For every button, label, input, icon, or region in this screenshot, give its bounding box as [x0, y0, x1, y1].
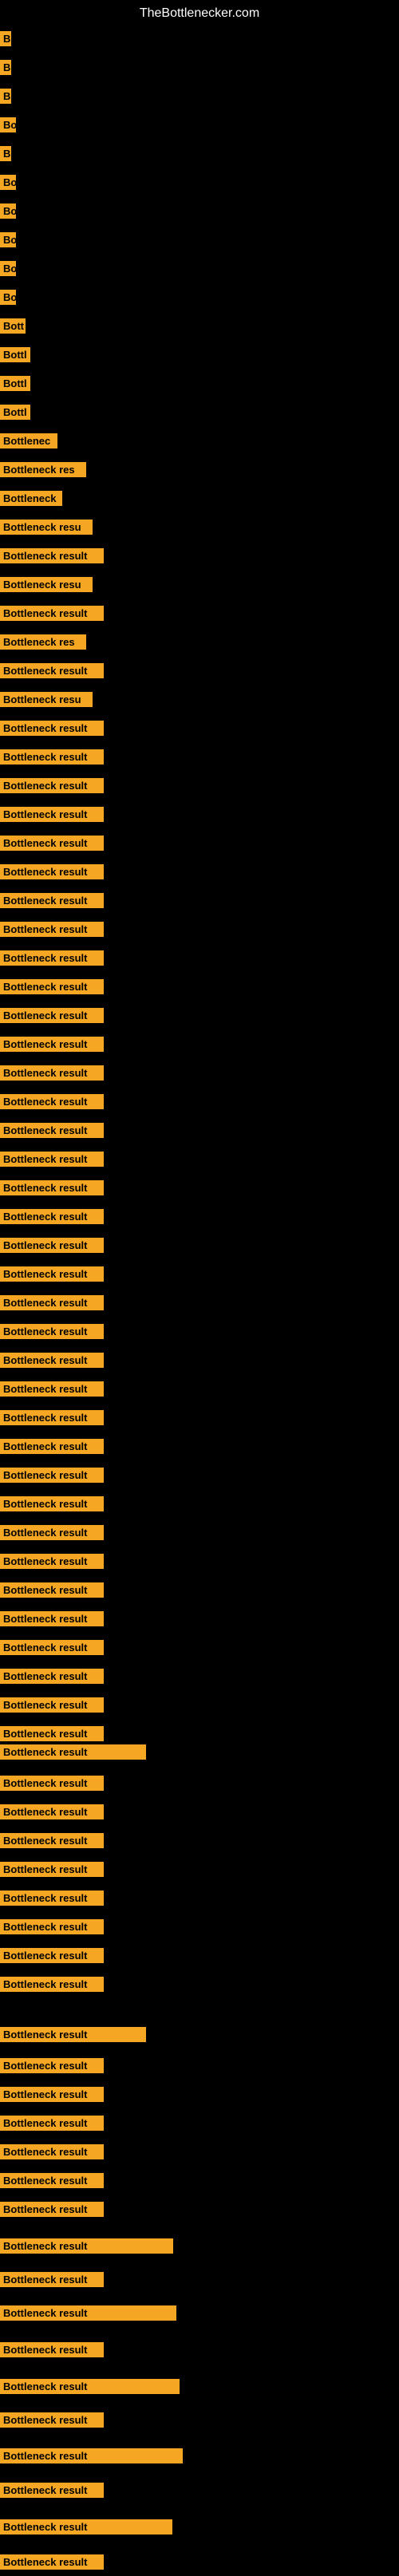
bottleneck-result-label: Bottleneck result — [0, 2448, 183, 2463]
bottleneck-result-label: Bottleneck result — [0, 721, 104, 736]
bottleneck-result-label: Bottleneck result — [0, 1977, 104, 1992]
bottleneck-result-label: Bottleneck result — [0, 606, 104, 621]
bottleneck-result-label: Bottleneck result — [0, 1238, 104, 1253]
bottleneck-result-label: Bottleneck result — [0, 1669, 104, 1684]
bottleneck-result-label: Bottleneck result — [0, 778, 104, 793]
bottleneck-result-label: Bottleneck result — [0, 663, 104, 678]
bottleneck-result-label: Bottleneck result — [0, 1008, 104, 1023]
bottleneck-result-label: Bottleneck result — [0, 836, 104, 851]
bottleneck-result-label: Bottleneck result — [0, 1525, 104, 1540]
bottleneck-result-label: Bottleneck result — [0, 2272, 104, 2287]
bottleneck-result-label: B — [0, 31, 11, 46]
bottleneck-result-label: Bottleneck res — [0, 462, 86, 477]
bottleneck-result-label: Bottlenec — [0, 433, 57, 448]
bottleneck-result-label: Bottleneck result — [0, 2554, 104, 2570]
bottleneck-result-label: Bottleneck result — [0, 2238, 173, 2254]
bottleneck-result-label: Bottleneck result — [0, 922, 104, 937]
bottleneck-result-label: Bottleneck result — [0, 1065, 104, 1081]
bottleneck-result-label: B — [0, 60, 11, 75]
bottleneck-result-label: Bottleneck result — [0, 1554, 104, 1569]
bottleneck-result-label: Bottleneck result — [0, 1640, 104, 1655]
bottleneck-result-label: Bottleneck result — [0, 1744, 146, 1760]
bottleneck-result-label: Bottleneck result — [0, 1353, 104, 1368]
bottleneck-result-label: Bottleneck result — [0, 1180, 104, 1195]
bottleneck-result-label: Bottleneck result — [0, 2144, 104, 2159]
bottleneck-result-label: Bottleneck result — [0, 2202, 104, 2217]
bottleneck-result-label: Bottleneck result — [0, 1496, 104, 1511]
site-title: TheBottlenecker.com — [0, 0, 399, 27]
bottleneck-result-label: Bo — [0, 117, 16, 132]
bottleneck-result-label: Bottl — [0, 347, 30, 362]
bottleneck-result-label: Bott — [0, 318, 26, 334]
bottleneck-result-label: Bottleneck result — [0, 1324, 104, 1339]
bottleneck-result-label: Bo — [0, 261, 16, 276]
bottleneck-result-label: Bottleneck result — [0, 749, 104, 765]
bottleneck-result-label: Bottleneck resu — [0, 577, 93, 592]
bottleneck-result-label: Bo — [0, 175, 16, 190]
bottleneck-result-label: Bottleneck result — [0, 1948, 104, 1963]
bottleneck-result-label: Bottleneck result — [0, 1295, 104, 1310]
bottleneck-result-label: Bottleneck resu — [0, 520, 93, 535]
bottleneck-result-label: Bottleneck result — [0, 950, 104, 966]
bottleneck-result-label: B — [0, 89, 11, 104]
bottleneck-result-label: Bottleneck result — [0, 807, 104, 822]
bottleneck-result-label: Bottleneck res — [0, 634, 86, 650]
bottleneck-result-label: Bottleneck result — [0, 2087, 104, 2102]
bottleneck-result-label: Bottleneck result — [0, 2483, 104, 2498]
bottleneck-result-label: Bottleneck resu — [0, 692, 93, 707]
bottleneck-result-label: Bottleneck result — [0, 864, 104, 879]
bottleneck-result-label: Bo — [0, 232, 16, 247]
bottleneck-result-label: Bottleneck result — [0, 548, 104, 563]
bottleneck-result-label: Bottleneck result — [0, 2379, 180, 2394]
bottleneck-result-label: Bottleneck result — [0, 2116, 104, 2131]
bottleneck-result-label: Bottleneck result — [0, 1891, 104, 1906]
bottleneck-result-label: Bottleneck result — [0, 1094, 104, 1109]
bottleneck-result-label: Bottleneck result — [0, 2058, 104, 2073]
bottleneck-result-label: Bottleneck result — [0, 1611, 104, 1626]
bottleneck-result-label: Bottleneck result — [0, 1468, 104, 1483]
bottleneck-result-label: Bottleneck result — [0, 1726, 104, 1741]
bottleneck-result-label: Bottleneck result — [0, 1804, 104, 1819]
bottleneck-result-label: Bottleneck result — [0, 1123, 104, 1138]
bottleneck-result-label: Bottl — [0, 405, 30, 420]
bottleneck-result-label: Bottleneck result — [0, 1833, 104, 1848]
bottleneck-result-label: B — [0, 146, 11, 161]
bottleneck-result-label: Bottleneck result — [0, 1862, 104, 1877]
bottleneck-result-label: Bottleneck result — [0, 1582, 104, 1598]
bottleneck-result-label: Bottleneck result — [0, 2519, 172, 2535]
bottleneck-result-label: Bottleneck result — [0, 1919, 104, 1934]
bottleneck-result-label: Bottleneck result — [0, 2342, 104, 2357]
bottleneck-result-label: Bo — [0, 290, 16, 305]
bottleneck-result-label: Bottl — [0, 376, 30, 391]
bottleneck-result-label: Bottleneck result — [0, 1410, 104, 1425]
bottleneck-result-label: Bottleneck result — [0, 1381, 104, 1397]
bottleneck-result-label: Bottleneck result — [0, 1776, 104, 1791]
bottleneck-result-label: Bottleneck result — [0, 2173, 104, 2188]
bottleneck-result-label: Bottleneck result — [0, 1266, 104, 1282]
bottleneck-result-label: Bottleneck result — [0, 1152, 104, 1167]
bottleneck-result-label: Bottleneck result — [0, 2305, 176, 2321]
bottleneck-result-label: Bottleneck — [0, 491, 62, 506]
bottleneck-result-label: Bottleneck result — [0, 1697, 104, 1713]
bottleneck-result-label: Bottleneck result — [0, 2027, 146, 2042]
bottleneck-result-label: Bottleneck result — [0, 2412, 104, 2428]
bottleneck-result-label: Bottleneck result — [0, 893, 104, 908]
bottleneck-result-label: Bo — [0, 203, 16, 219]
bottleneck-result-label: Bottleneck result — [0, 1439, 104, 1454]
bottleneck-result-label: Bottleneck result — [0, 1037, 104, 1052]
bottleneck-result-label: Bottleneck result — [0, 979, 104, 994]
bottleneck-result-label: Bottleneck result — [0, 1209, 104, 1224]
